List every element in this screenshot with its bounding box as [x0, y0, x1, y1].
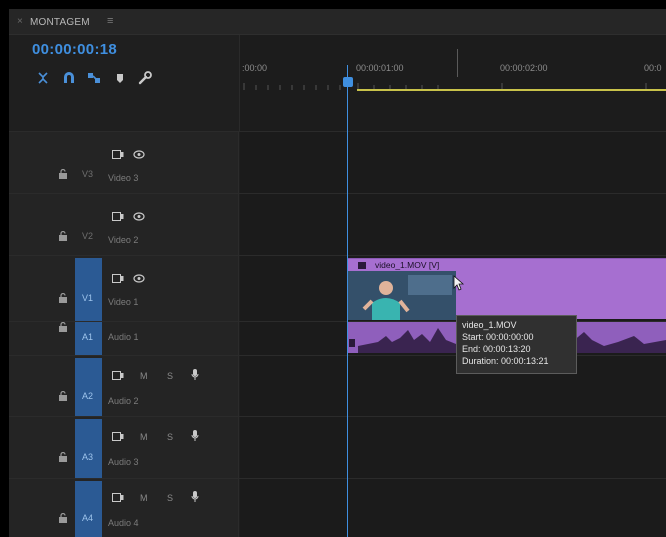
- ruler-label: 00:00:01:00: [356, 63, 404, 73]
- sync-lock-icon[interactable]: [112, 150, 124, 159]
- track-name: Video 1: [108, 297, 139, 307]
- track-target-label[interactable]: A4: [82, 513, 93, 523]
- mute-button[interactable]: M: [140, 371, 148, 381]
- track-v3: V3 Video 3: [9, 131, 666, 193]
- track-header-v3: V3 Video 3: [9, 132, 239, 193]
- sync-lock-icon[interactable]: [112, 493, 124, 502]
- snap-magnet-icon[interactable]: [61, 70, 77, 86]
- time-ruler[interactable]: :00:00 00:00:01:00 00:00:02:00 00:0: [239, 35, 666, 131]
- track-name: Video 2: [108, 235, 139, 245]
- lock-icon[interactable]: [58, 322, 68, 332]
- playhead-handle[interactable]: [343, 77, 353, 87]
- tooltip-end: End: 00:00:13:20: [462, 344, 531, 354]
- sequence-tab-title[interactable]: MONTAGEM: [30, 17, 90, 28]
- track-lane-a3[interactable]: [240, 417, 666, 478]
- sync-lock-icon[interactable]: [112, 274, 124, 283]
- timeline-settings-wrench-icon[interactable]: [137, 70, 153, 86]
- track-name: Audio 4: [108, 518, 139, 528]
- work-area-bar[interactable]: [357, 89, 666, 91]
- track-name: Video 3: [108, 173, 139, 183]
- lock-icon[interactable]: [58, 452, 68, 462]
- a2-target-box[interactable]: [75, 358, 102, 417]
- tooltip-duration: Duration: 00:00:13:21: [462, 356, 549, 366]
- solo-button[interactable]: S: [167, 371, 173, 381]
- panel-tab-bar: × MONTAGEM ≡: [9, 9, 666, 35]
- v1-source-patch[interactable]: [75, 258, 102, 322]
- linked-selection-icon[interactable]: [86, 70, 102, 86]
- track-target-label[interactable]: V1: [82, 293, 93, 303]
- ruler-label: 00:00:02:00: [500, 63, 548, 73]
- microphone-icon[interactable]: [191, 491, 199, 503]
- ruler-divider: [457, 49, 458, 77]
- tooltip-clip-name: video_1.MOV: [462, 320, 517, 330]
- mouse-cursor-icon: [453, 275, 465, 291]
- clip-title: video_1.MOV [V]: [375, 260, 440, 270]
- track-target-label[interactable]: V3: [82, 169, 93, 179]
- playhead-line[interactable]: [347, 65, 348, 537]
- a3-target-box[interactable]: [75, 419, 102, 479]
- clip-thumbnail: [348, 271, 456, 320]
- solo-button[interactable]: S: [167, 493, 173, 503]
- playhead-timecode[interactable]: 00:00:00:18: [32, 41, 117, 58]
- track-header-a1: A1 Audio 1: [9, 322, 239, 356]
- thumbnail-image: [348, 271, 456, 320]
- track-header-a3: A3 Audio 3 M S: [9, 417, 239, 479]
- mute-button[interactable]: M: [140, 493, 148, 503]
- lock-icon[interactable]: [58, 293, 68, 303]
- add-marker-icon[interactable]: [112, 70, 128, 86]
- track-target-label[interactable]: A2: [82, 391, 93, 401]
- mute-button[interactable]: M: [140, 432, 148, 442]
- clip-info-tooltip: video_1.MOV Start: 00:00:00:00 End: 00:0…: [456, 315, 577, 374]
- track-lane-a2[interactable]: [240, 356, 666, 416]
- eye-icon[interactable]: [133, 212, 145, 221]
- timeline-header-controls: 00:00:00:18: [9, 35, 239, 131]
- ruler-label: :00:00: [242, 63, 268, 73]
- a4-target-box[interactable]: [75, 481, 102, 537]
- track-lane-a4[interactable]: [240, 479, 666, 537]
- insert-nest-icon[interactable]: [35, 70, 51, 86]
- sync-lock-icon[interactable]: [112, 212, 124, 221]
- lock-icon[interactable]: [58, 513, 68, 523]
- track-lane-v2[interactable]: [240, 194, 666, 255]
- track-target-label[interactable]: V2: [82, 231, 93, 241]
- close-tab-icon[interactable]: ×: [17, 16, 23, 27]
- track-name: Audio 3: [108, 457, 139, 467]
- clip-film-icon: [358, 262, 366, 269]
- lock-icon[interactable]: [58, 169, 68, 179]
- track-header-v2: V2 Video 2: [9, 194, 239, 255]
- track-name: Audio 2: [108, 396, 139, 406]
- lock-icon[interactable]: [58, 391, 68, 401]
- eye-icon[interactable]: [133, 274, 145, 283]
- sync-lock-icon[interactable]: [112, 371, 124, 380]
- eye-icon[interactable]: [133, 150, 145, 159]
- ruler-label: 00:0: [644, 63, 662, 73]
- track-header-v1: V1 Video 1: [9, 256, 239, 322]
- panel-menu-icon[interactable]: ≡: [107, 15, 113, 27]
- track-lane-v3[interactable]: [240, 132, 666, 193]
- timeline-panel: × MONTAGEM ≡ 00:00:00:18:00:00 00:00:01…: [9, 9, 666, 537]
- track-header-a2: A2 Audio 2 M S: [9, 356, 239, 417]
- sync-lock-icon[interactable]: [112, 432, 124, 441]
- track-target-label[interactable]: A3: [82, 452, 93, 462]
- track-a3: A3 Audio 3 M S: [9, 416, 666, 479]
- microphone-icon[interactable]: [191, 369, 199, 381]
- microphone-icon[interactable]: [191, 430, 199, 442]
- track-a4: A4 Audio 4 M S: [9, 478, 666, 537]
- video-clip[interactable]: video_1.MOV [V]: [348, 258, 666, 320]
- track-header-a4: A4 Audio 4 M S: [9, 479, 239, 537]
- solo-button[interactable]: S: [167, 432, 173, 442]
- track-target-label[interactable]: A1: [82, 332, 93, 342]
- track-name: Audio 1: [108, 332, 139, 342]
- lock-icon[interactable]: [58, 231, 68, 241]
- tooltip-start: Start: 00:00:00:00: [462, 332, 534, 342]
- track-v2: V2 Video 2: [9, 193, 666, 255]
